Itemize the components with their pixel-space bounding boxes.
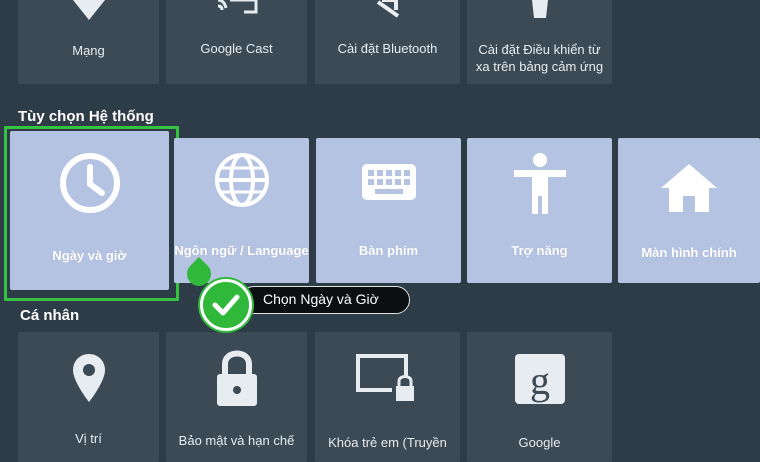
- globe-icon: [214, 153, 269, 207]
- tile-security[interactable]: Bảo mật và hạn chế: [166, 332, 307, 462]
- tile-home-screen[interactable]: Màn hình chính: [618, 138, 760, 283]
- focus-highlight: [4, 126, 179, 301]
- tile-label: Màn hình chính: [641, 245, 737, 260]
- tile-label: Bàn phím: [358, 243, 419, 258]
- tile-label: Cài đặt Bluetooth: [337, 41, 438, 56]
- tile-google[interactable]: g Google: [467, 332, 612, 462]
- svg-text:g: g: [530, 358, 550, 403]
- section-title-personal: Cá nhân: [20, 307, 80, 324]
- tile-touchpad-remote[interactable]: Cài đặt Điều khiển từ xa trên bảng cảm ứ…: [467, 0, 612, 84]
- tile-label: Bảo mật và hạn chế: [178, 433, 295, 448]
- google-icon: g: [514, 354, 565, 404]
- tile-label: Ngôn ngữ / Language: [174, 243, 309, 258]
- check-badge: [200, 279, 252, 331]
- tile-label: Google: [518, 435, 561, 450]
- home-icon: [661, 164, 717, 212]
- tile-label-line1: Cài đặt Điều khiển từ: [478, 42, 601, 57]
- bluetooth-icon: [376, 0, 399, 18]
- location-pin-icon: [72, 354, 105, 402]
- keyboard-icon: [361, 164, 416, 200]
- checkmark-icon: [212, 294, 240, 316]
- cast-icon: [217, 0, 257, 14]
- tile-bluetooth[interactable]: Cài đặt Bluetooth: [315, 0, 460, 84]
- tile-label-line2: xa trên bảng cảm ứng: [475, 59, 604, 74]
- tile-label: Vị trí: [75, 431, 102, 446]
- tile-label: Khóa trẻ em (Truyền: [328, 435, 447, 450]
- parental-lock-icon: [355, 354, 418, 402]
- tile-label: Google Cast: [200, 41, 273, 56]
- tile-network[interactable]: Mạng: [18, 0, 159, 84]
- accessibility-icon: [513, 153, 566, 214]
- tile-label: Trợ năng: [511, 243, 568, 258]
- tile-label: Mạng: [72, 43, 105, 58]
- tile-google-cast[interactable]: Google Cast: [166, 0, 307, 84]
- section-title-system: Tùy chọn Hệ thống: [18, 108, 154, 125]
- remote-icon: [531, 0, 548, 18]
- wifi-icon: [72, 0, 105, 20]
- tile-location[interactable]: Vị trí: [18, 332, 159, 462]
- callout-text: Chọn Ngày và Giờ: [263, 291, 379, 307]
- callout-bubble: Chọn Ngày và Giờ: [240, 286, 410, 314]
- tile-parental-controls[interactable]: Khóa trẻ em (Truyền: [315, 332, 460, 462]
- tile-accessibility[interactable]: Trợ năng: [467, 138, 612, 283]
- lock-icon: [216, 350, 257, 406]
- tile-keyboard[interactable]: Bàn phím: [316, 138, 461, 283]
